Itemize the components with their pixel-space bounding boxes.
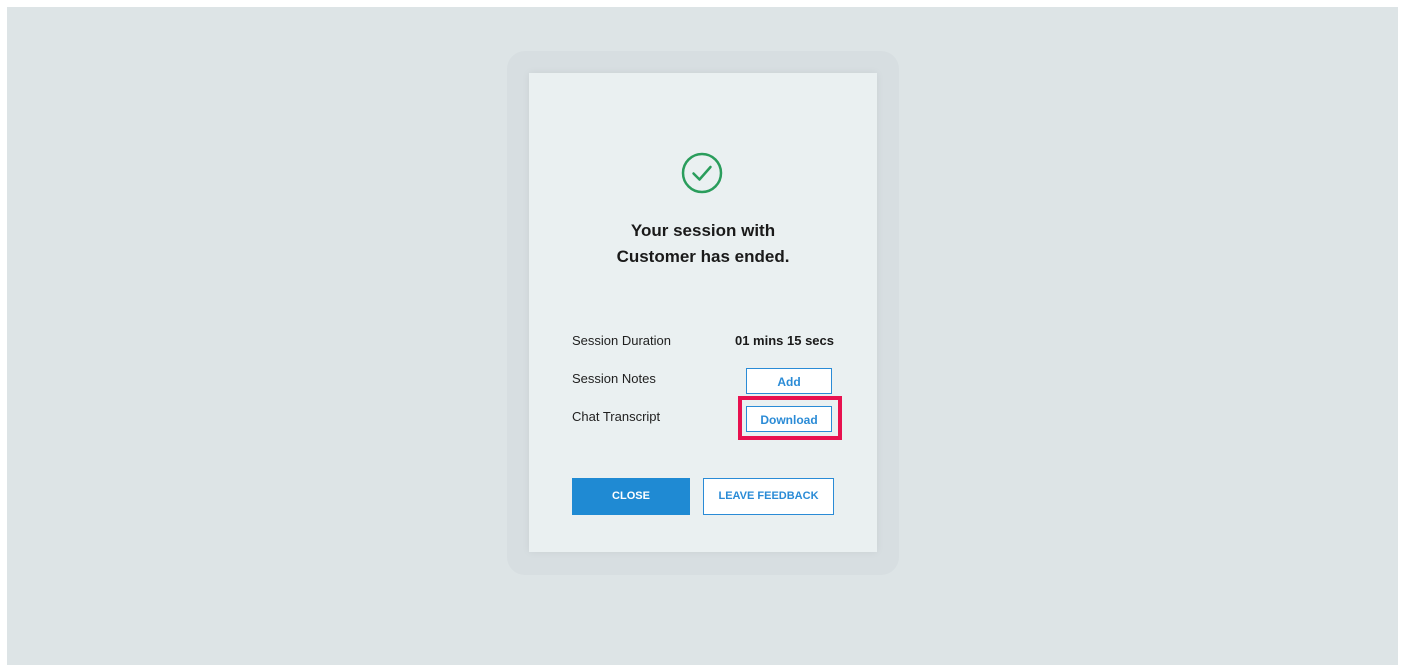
highlight-annotation bbox=[738, 396, 842, 440]
add-notes-button[interactable]: Add bbox=[746, 368, 832, 394]
dialog-title: Your session with Customer has ended. bbox=[529, 218, 877, 270]
dialog-title-line-1: Your session with bbox=[630, 221, 776, 240]
leave-feedback-button[interactable]: LEAVE FEEDBACK bbox=[703, 478, 834, 515]
dialog-title-line-2: Customer has ended. bbox=[616, 247, 790, 266]
close-button[interactable]: CLOSE bbox=[572, 478, 690, 515]
chat-transcript-label: Chat Transcript bbox=[572, 409, 661, 424]
session-ended-dialog: Your session with Customer has ended. Se… bbox=[529, 73, 877, 552]
check-circle-icon bbox=[681, 152, 723, 194]
session-duration-value: 01 mins 15 secs bbox=[734, 333, 834, 348]
session-notes-label: Session Notes bbox=[572, 371, 656, 386]
session-duration-label: Session Duration bbox=[572, 333, 671, 348]
